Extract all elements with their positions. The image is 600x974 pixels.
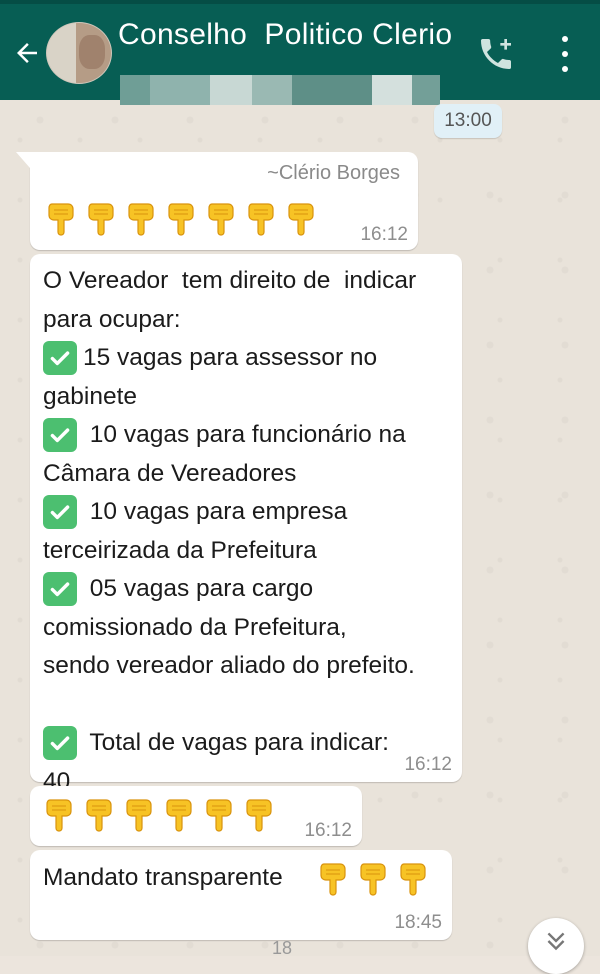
point-down-hand-icon: [288, 203, 314, 236]
message-time: 18:45: [394, 912, 442, 933]
message-bubble[interactable]: ~Clério Borges 16:12: [16, 152, 418, 250]
message-line: Total de vagas para indicar:: [43, 724, 453, 763]
message-line: gabinete: [43, 378, 453, 417]
message-time: 16:12: [304, 820, 352, 841]
message-line: comissionado da Prefeitura,: [43, 609, 453, 648]
message-bubble[interactable]: 16:12: [30, 786, 362, 846]
message-line: 05 vagas para cargo: [43, 570, 453, 609]
time-chip: 13:00: [434, 104, 502, 138]
scroll-to-bottom-button[interactable]: [528, 918, 584, 974]
more-vert-icon[interactable]: [554, 36, 576, 72]
message-bubble[interactable]: O Vereador tem direito de indicar para oc…: [30, 254, 462, 795]
message-line: terceirizada da Prefeitura: [43, 532, 453, 571]
message-line-text: O Vereador tem direito de indicar: [43, 267, 417, 294]
double-chevron-down-icon: [547, 932, 565, 951]
message-line-text: comissionado da Prefeitura,: [43, 613, 347, 641]
message-line-text: Total de vagas para indicar:: [83, 729, 389, 756]
message-time: 16:12: [404, 754, 452, 775]
point-down-hand-icon: [320, 863, 346, 896]
message-line-text: sendo vereador aliado do prefeito.: [43, 652, 415, 679]
add-call-icon[interactable]: [476, 34, 516, 74]
message-line-text: Câmara de Vereadores: [43, 459, 297, 487]
point-down-hand-icon: [208, 203, 234, 236]
point-down-hand-icon: [86, 799, 112, 832]
point-down-hand-icon: [248, 203, 274, 236]
sender-name[interactable]: ~Clério Borges: [267, 162, 400, 185]
check-box-icon: [43, 726, 77, 761]
point-down-hand-icon: [360, 863, 386, 896]
chat-title[interactable]: Conselho Politico Clerio: [118, 18, 452, 52]
message-line-text: para ocupar:: [43, 305, 181, 333]
chat-header: Conselho Politico Clerio: [0, 0, 600, 105]
point-down-hand-icon: [246, 799, 272, 832]
point-down-hand-icon: [48, 203, 74, 236]
message-line: O Vereador tem direito de indicar: [43, 262, 453, 301]
message-line-text: [43, 686, 50, 725]
emoji-row: [318, 860, 428, 896]
group-avatar[interactable]: [46, 22, 112, 84]
point-down-hand-icon: [46, 799, 72, 832]
message-line-text: gabinete: [43, 382, 138, 410]
check-box-icon: [43, 495, 77, 530]
check-box-icon: [43, 418, 77, 453]
message-time: 16:12: [360, 224, 408, 245]
message-bubble[interactable]: Mandato transparente 18:45: [30, 850, 452, 940]
message-line: Câmara de Vereadores: [43, 455, 453, 494]
message-line-text: 10 vagas para empresa: [83, 498, 348, 525]
emoji-row: [46, 200, 316, 236]
message-line-text: 05 vagas para cargo: [83, 575, 314, 602]
status-bar-strip: [0, 0, 600, 4]
message-line: sendo vereador aliado do prefeito.: [43, 647, 453, 686]
point-down-hand-icon: [128, 203, 154, 236]
message-text: Mandato transparente: [43, 864, 283, 891]
emoji-row: [44, 796, 274, 832]
message-line: 10 vagas para empresa: [43, 493, 453, 532]
arrow-left-icon[interactable]: [10, 36, 44, 70]
point-down-hand-icon: [206, 799, 232, 832]
message-text: O Vereador tem direito de indicar para oc…: [43, 262, 453, 801]
point-down-hand-icon: [166, 799, 192, 832]
check-box-icon: [43, 341, 77, 376]
message-line: 10 vagas para funcionário na: [43, 416, 453, 455]
message-line-text: terceirizada da Prefeitura: [43, 536, 317, 564]
members-subtitle-redacted: [120, 75, 440, 105]
point-down-hand-icon: [88, 203, 114, 236]
point-down-hand-icon: [168, 203, 194, 236]
message-line: [43, 686, 453, 725]
message-line: para ocupar:: [43, 301, 453, 340]
message-line-text: 15 vagas para assessor no: [83, 344, 378, 371]
point-down-hand-icon: [126, 799, 152, 832]
message-line: 15 vagas para assessor no: [43, 339, 453, 378]
message-line-text: 10 vagas para funcionário na: [83, 421, 406, 448]
check-box-icon: [43, 572, 77, 607]
point-down-hand-icon: [400, 863, 426, 896]
